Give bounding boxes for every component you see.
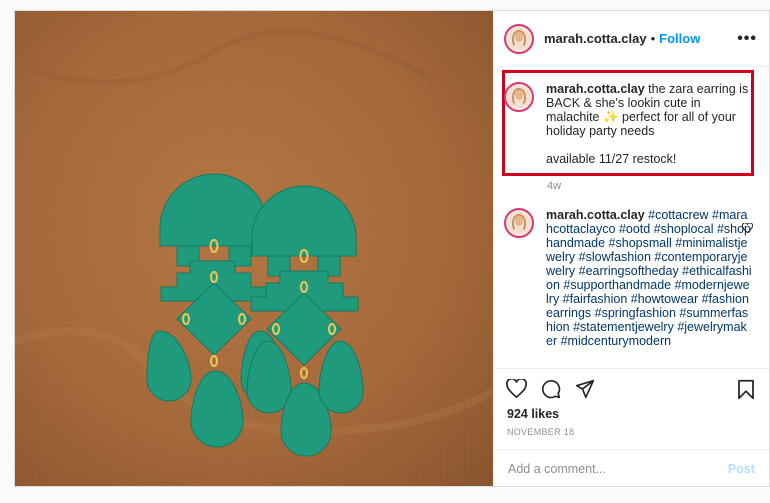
more-icon[interactable]: ••• — [737, 30, 757, 48]
likes-count[interactable]: 924 likes — [507, 407, 559, 421]
comment-hashtags[interactable]: #cottacrew #marahcottaclayco #ootd #shop… — [546, 208, 752, 348]
avatar-image — [508, 86, 530, 108]
header-username[interactable]: marah.cotta.clay — [544, 31, 647, 46]
comment-icon[interactable] — [541, 379, 561, 404]
comment-avatar[interactable] — [504, 208, 534, 238]
actions-section: 924 likes NOVEMBER 18 Post — [494, 368, 769, 487]
comment-text: marah.cotta.clay #cottacrew #marahcottac… — [546, 208, 752, 348]
caption-avatar[interactable] — [504, 82, 534, 112]
comment-like-heart-icon[interactable] — [741, 220, 754, 238]
comment-username[interactable]: marah.cotta.clay — [546, 208, 645, 222]
heart-icon[interactable] — [506, 377, 527, 404]
caption: marah.cotta.clay the zara earring is BAC… — [504, 82, 752, 166]
comment: marah.cotta.clay #cottacrew #marahcottac… — [504, 208, 752, 348]
separator-dot: • — [650, 31, 656, 46]
post-date[interactable]: NOVEMBER 18 — [507, 427, 574, 437]
avatar[interactable] — [504, 23, 534, 54]
caption-text: marah.cotta.clay the zara earring is BAC… — [546, 82, 752, 166]
earrings-photo — [15, 11, 493, 486]
share-icon[interactable] — [575, 379, 595, 404]
follow-button[interactable]: Follow — [659, 31, 700, 46]
bookmark-icon[interactable] — [737, 379, 755, 405]
avatar-image — [508, 212, 530, 234]
caption-username[interactable]: marah.cotta.clay — [546, 82, 645, 96]
post-sidebar: marah.cotta.clay • Follow ••• marah.cott… — [493, 11, 769, 486]
post-time-ago[interactable]: 4w — [547, 180, 561, 192]
action-icons — [506, 377, 609, 404]
instagram-post: marah.cotta.clay • Follow ••• marah.cott… — [14, 10, 770, 487]
post-header: marah.cotta.clay • Follow ••• — [494, 11, 769, 67]
post-image[interactable] — [15, 11, 493, 486]
add-comment-bar: Post — [494, 449, 769, 487]
avatar-image — [508, 27, 530, 50]
comments-section: marah.cotta.clay the zara earring is BAC… — [494, 68, 769, 368]
add-comment-input[interactable] — [508, 461, 728, 476]
post-comment-button[interactable]: Post — [728, 462, 755, 476]
